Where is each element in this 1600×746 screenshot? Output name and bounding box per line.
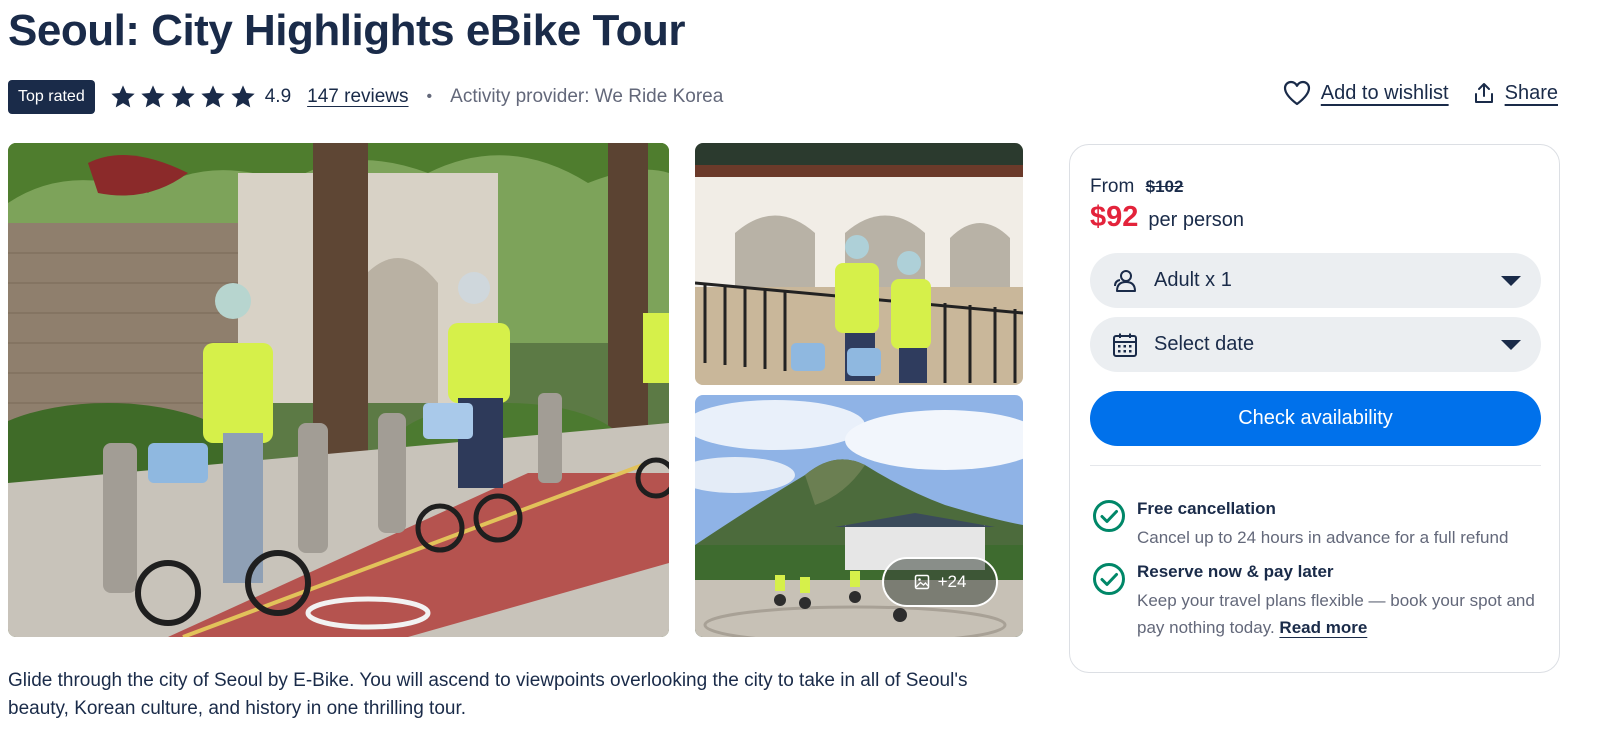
heart-icon [1283,80,1310,106]
free-cancellation-feature: Free cancellation Cancel up to 24 hours … [1090,499,1550,549]
date-label: Select date [1154,333,1255,355]
reserve-now-feature: Reserve now & pay later Keep your travel… [1090,562,1550,642]
people-icon [1114,269,1136,292]
participants-label: Adult x 1 [1154,269,1232,291]
more-photos-button[interactable]: +24 [882,557,998,607]
star-icon [201,85,225,108]
feature-text: Keep your travel plans flexible — book y… [1137,587,1547,641]
divider [1090,465,1541,466]
header-actions: Add to wishlist Share [1283,80,1558,106]
feature-title: Free cancellation [1137,499,1276,518]
calendar-icon [1113,333,1137,357]
original-price: $102 [1145,177,1184,196]
chevron-down-icon [1501,275,1521,286]
top-rated-badge: Top rated [8,80,95,114]
palace-photo[interactable] [695,143,1023,385]
share-label: Share [1504,81,1558,104]
tour-description: Glide through the city of Seoul by E-Bik… [8,670,968,719]
rating-value: 4.9 [264,86,292,107]
share-button[interactable]: Share [1473,82,1558,105]
booking-panel: From $102 $92 per person Adult x 1 Selec… [1069,144,1560,673]
separator-dot: • [426,88,433,105]
check-availability-button[interactable]: Check availability [1090,391,1541,446]
read-more-link[interactable]: Read more [1279,618,1367,637]
from-price-row: From $102 [1090,176,1183,198]
participants-selector[interactable]: Adult x 1 [1090,253,1541,308]
wishlist-label: Add to wishlist [1320,81,1449,104]
star-icon [171,85,195,108]
activity-provider: Activity provider: We Ride Korea [450,86,724,107]
reviews-link[interactable]: 147 reviews [307,86,408,108]
page-title: Seoul: City Highlights eBike Tour [8,6,685,55]
share-icon [1474,83,1493,103]
image-icon [914,574,929,590]
meta-row: Top rated 4.9 147 reviews • Activity pro… [8,79,723,115]
feature-title: Reserve now & pay later [1137,562,1334,581]
per-person-label: per person [1148,209,1245,231]
chevron-down-icon [1501,339,1521,350]
star-icon [111,85,135,108]
from-label: From [1090,176,1135,197]
rating-stars [109,83,257,111]
check-circle-icon [1093,500,1125,532]
main-photo[interactable] [8,143,669,637]
more-photos-count: +24 [937,572,967,591]
price-row: $92 per person [1090,201,1244,234]
check-circle-icon [1093,563,1125,595]
star-icon [231,85,255,108]
add-to-wishlist-button[interactable]: Add to wishlist [1283,80,1449,106]
feature-text: Cancel up to 24 hours in advance for a f… [1137,528,1509,547]
star-icon [141,85,165,108]
current-price: $92 [1090,201,1139,233]
date-selector[interactable]: Select date [1090,317,1541,372]
